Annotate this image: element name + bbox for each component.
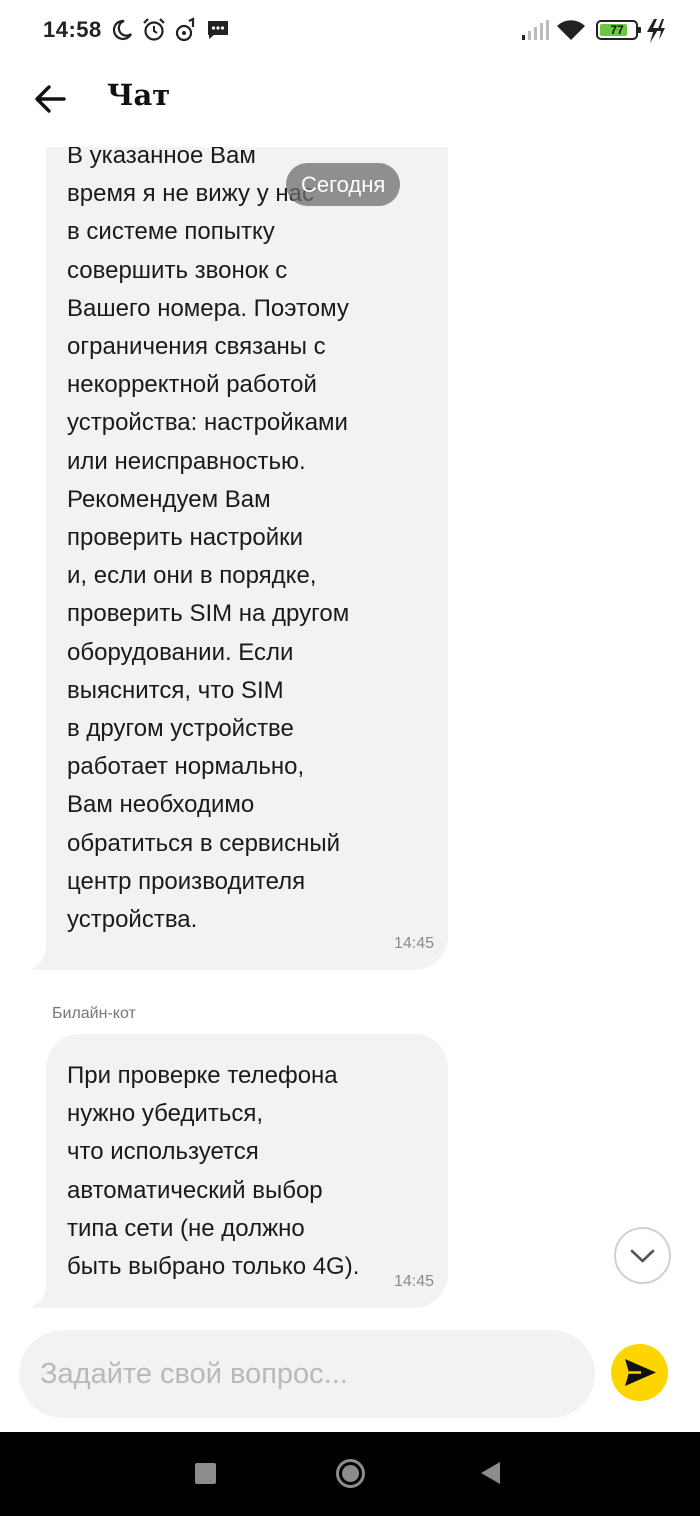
chat-header: Чат [0, 62, 700, 147]
send-icon [625, 1359, 656, 1386]
moon-icon [112, 19, 132, 41]
page-title: Чат [107, 78, 171, 112]
status-bar: 14:58 77 [0, 0, 700, 62]
battery-icon: 77 [596, 20, 641, 40]
signal-icon [522, 20, 549, 40]
message-text: В указанное Вам время я не вижу у нас в … [67, 147, 350, 934]
charging-icon [647, 19, 665, 43]
wifi-icon [557, 20, 585, 40]
back-icon[interactable] [481, 1462, 500, 1484]
message-bubble: В указанное Вам время я не вижу у нас в … [46, 147, 448, 970]
music-icon [175, 17, 195, 42]
home-icon[interactable] [336, 1459, 365, 1488]
bubble-tail [28, 948, 50, 970]
bubble-tail [28, 1286, 50, 1308]
recents-icon[interactable] [195, 1463, 216, 1484]
message-bubble: При проверке телефона нужно убедиться, ч… [46, 1034, 448, 1308]
chat-messages[interactable]: В указанное Вам время я не вижу у нас в … [0, 147, 700, 1322]
alarm-icon [143, 18, 165, 41]
battery-level: 77 [610, 23, 624, 37]
message-icon [208, 21, 228, 39]
message-composer [0, 1322, 700, 1432]
message-time: 14:45 [393, 935, 434, 952]
status-time: 14:58 [43, 17, 102, 42]
date-separator: Сегодня [286, 163, 401, 206]
message-time: 14:45 [393, 1273, 434, 1290]
message-input[interactable] [19, 1330, 595, 1418]
scroll-down-button[interactable] [614, 1227, 671, 1284]
chevron-down-icon [630, 1249, 655, 1263]
message-text: При проверке телефона нужно убедиться, ч… [67, 1062, 360, 1281]
send-button[interactable] [611, 1344, 668, 1401]
system-nav-bar [0, 1432, 700, 1516]
sender-name: Билайн-кот [52, 1005, 136, 1022]
arrow-left-icon[interactable] [30, 80, 70, 120]
